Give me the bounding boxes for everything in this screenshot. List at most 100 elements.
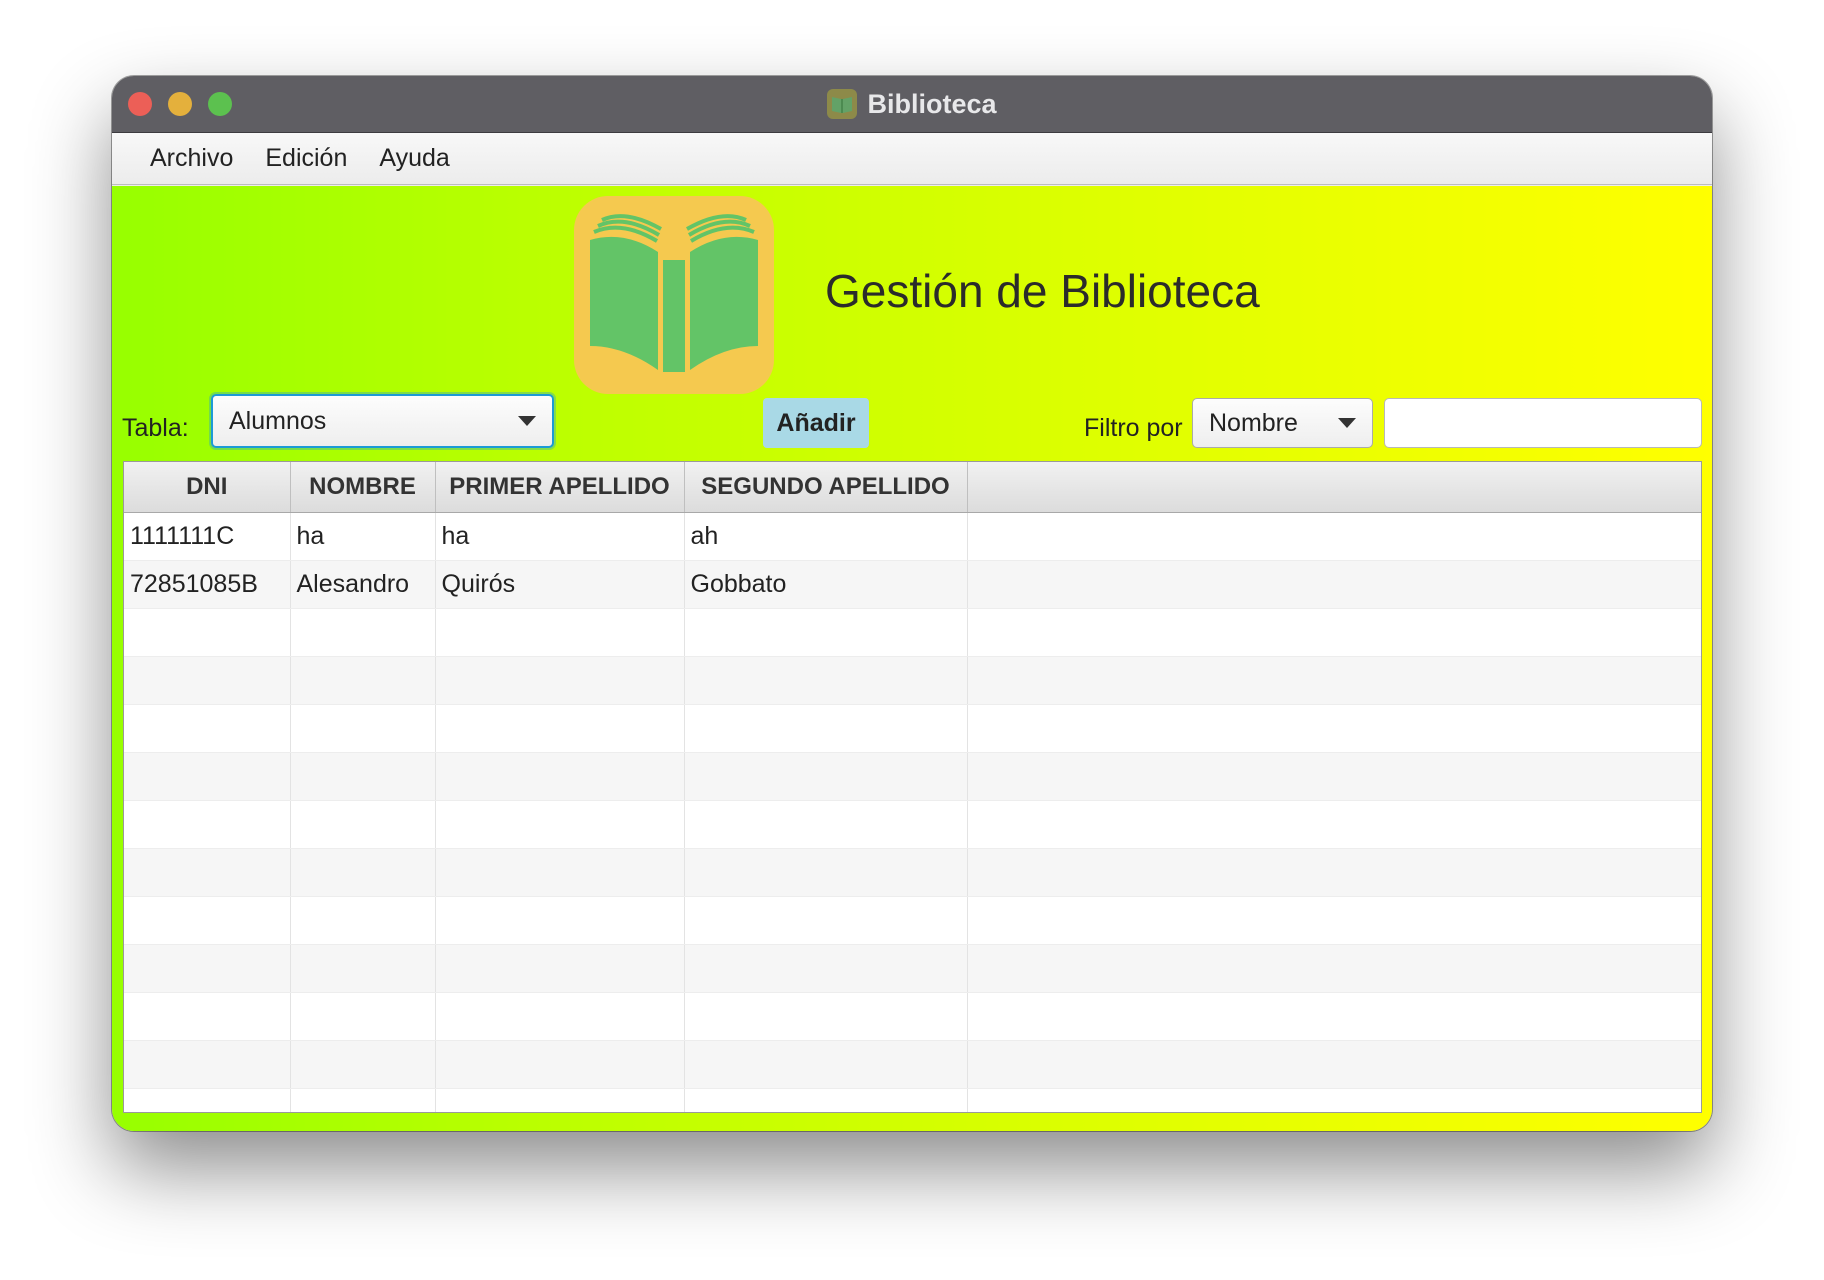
table-row[interactable] [124, 800, 1701, 849]
table-row[interactable] [124, 896, 1701, 945]
cell-primer-apellido [435, 704, 685, 753]
cell-dni: 1111111C [124, 512, 291, 561]
cell-dni [124, 800, 291, 849]
cell-primer-apellido [435, 1088, 685, 1112]
cell-segundo-apellido [684, 944, 968, 993]
table-row[interactable] [124, 608, 1701, 657]
filter-select-value: Nombre [1209, 408, 1298, 437]
cell-segundo-apellido [684, 1040, 968, 1089]
add-button[interactable]: Añadir [763, 398, 869, 448]
chevron-down-icon [518, 416, 536, 426]
cell-nombre [290, 848, 436, 897]
table-row[interactable]: 72851085B Alesandro Quirós Gobbato [124, 560, 1701, 609]
cell-primer-apellido [435, 752, 685, 801]
cell-segundo-apellido [684, 992, 968, 1041]
cell-dni [124, 992, 291, 1041]
cell-primer-apellido [435, 656, 685, 705]
cell-filler [967, 896, 1701, 945]
page-title: Gestión de Biblioteca [825, 265, 1260, 317]
cell-nombre [290, 896, 436, 945]
cell-filler [967, 1088, 1701, 1112]
cell-dni [124, 656, 291, 705]
open-book-icon [574, 196, 774, 394]
app-book-icon [827, 89, 858, 119]
table-row[interactable] [124, 848, 1701, 897]
cell-segundo-apellido: Gobbato [684, 560, 968, 609]
cell-segundo-apellido: ah [684, 512, 968, 561]
cell-nombre [290, 752, 436, 801]
cell-filler [967, 1040, 1701, 1089]
column-header-dni[interactable]: DNI [124, 462, 291, 513]
cell-segundo-apellido [684, 656, 968, 705]
table-row[interactable] [124, 656, 1701, 705]
cell-dni [124, 896, 291, 945]
cell-segundo-apellido [684, 896, 968, 945]
cell-filler [967, 800, 1701, 849]
cell-filler [967, 656, 1701, 705]
filter-input[interactable] [1384, 398, 1702, 448]
cell-primer-apellido [435, 944, 685, 993]
cell-filler [967, 704, 1701, 753]
cell-dni [124, 704, 291, 753]
cell-dni [124, 608, 291, 657]
menu-edicion[interactable]: Edición [249, 138, 363, 179]
window-title-group: Biblioteca [112, 76, 1712, 132]
cell-nombre: ha [290, 512, 436, 561]
table-row[interactable] [124, 992, 1701, 1041]
column-header-segundo-apellido[interactable]: SEGUNDO APELLIDO [684, 462, 968, 513]
cell-segundo-apellido [684, 752, 968, 801]
cell-nombre [290, 704, 436, 753]
cell-nombre [290, 992, 436, 1041]
table-row[interactable] [124, 752, 1701, 801]
table-select-value: Alumnos [229, 406, 327, 435]
column-header-primer-apellido[interactable]: PRIMER APELLIDO [435, 462, 685, 513]
table-select-label: Tabla: [122, 414, 189, 442]
window-title: Biblioteca [867, 88, 997, 119]
cell-filler [967, 944, 1701, 993]
column-header-nombre[interactable]: NOMBRE [290, 462, 436, 513]
table-row[interactable] [124, 1088, 1701, 1112]
cell-dni [124, 944, 291, 993]
cell-primer-apellido [435, 992, 685, 1041]
cell-filler [967, 992, 1701, 1041]
cell-nombre [290, 608, 436, 657]
cell-nombre: Alesandro [290, 560, 436, 609]
table-select[interactable]: Alumnos [211, 394, 554, 448]
table-row[interactable] [124, 944, 1701, 993]
table-row[interactable]: 1111111C ha ha ah [124, 512, 1701, 561]
cell-dni [124, 848, 291, 897]
chevron-down-icon [1338, 418, 1356, 428]
column-header-filler [967, 462, 1701, 513]
cell-dni [124, 1040, 291, 1089]
app-window: Biblioteca Archivo Edición Ayuda Gestión… [112, 76, 1712, 1131]
cell-primer-apellido [435, 848, 685, 897]
cell-primer-apellido [435, 1040, 685, 1089]
menu-bar: Archivo Edición Ayuda [112, 133, 1712, 185]
cell-nombre [290, 800, 436, 849]
cell-segundo-apellido [684, 704, 968, 753]
cell-segundo-apellido [684, 848, 968, 897]
cell-dni [124, 1088, 291, 1112]
cell-segundo-apellido [684, 800, 968, 849]
data-table[interactable]: DNI NOMBRE PRIMER APELLIDO SEGUNDO APELL… [123, 461, 1702, 1113]
filter-label: Filtro por [1084, 414, 1183, 442]
cell-dni [124, 752, 291, 801]
title-bar[interactable]: Biblioteca [112, 76, 1712, 133]
cell-filler [967, 848, 1701, 897]
menu-ayuda[interactable]: Ayuda [363, 138, 465, 179]
cell-primer-apellido: Quirós [435, 560, 685, 609]
table-header-row: DNI NOMBRE PRIMER APELLIDO SEGUNDO APELL… [124, 462, 1701, 513]
table-row[interactable] [124, 704, 1701, 753]
cell-primer-apellido: ha [435, 512, 685, 561]
cell-nombre [290, 1040, 436, 1089]
menu-archivo[interactable]: Archivo [134, 138, 249, 179]
cell-primer-apellido [435, 800, 685, 849]
table-row[interactable] [124, 1040, 1701, 1089]
cell-nombre [290, 1088, 436, 1112]
cell-nombre [290, 944, 436, 993]
cell-filler [967, 752, 1701, 801]
cell-segundo-apellido [684, 608, 968, 657]
cell-filler [967, 560, 1701, 609]
cell-filler [967, 608, 1701, 657]
filter-field-select[interactable]: Nombre [1192, 398, 1373, 448]
